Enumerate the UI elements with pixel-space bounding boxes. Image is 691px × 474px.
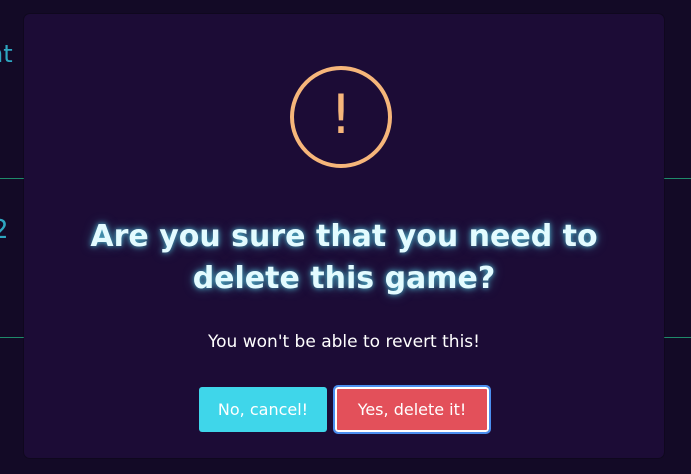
confirm-delete-dialog: ! Are you sure that you need to delete t… xyxy=(24,14,664,458)
warning-icon: ! xyxy=(290,66,392,168)
exclamation-icon: ! xyxy=(330,83,352,146)
cancel-button[interactable]: No, cancel! xyxy=(199,387,327,432)
confirm-delete-button[interactable]: Yes, delete it! xyxy=(333,385,491,434)
dialog-message: You won't be able to revert this! xyxy=(208,332,480,352)
dialog-title: Are you sure that you need to delete thi… xyxy=(90,219,598,296)
dialog-actions: No, cancel! Yes, delete it! xyxy=(24,385,664,434)
page: nt 2 ! Are you sure that you need to del… xyxy=(0,0,691,474)
